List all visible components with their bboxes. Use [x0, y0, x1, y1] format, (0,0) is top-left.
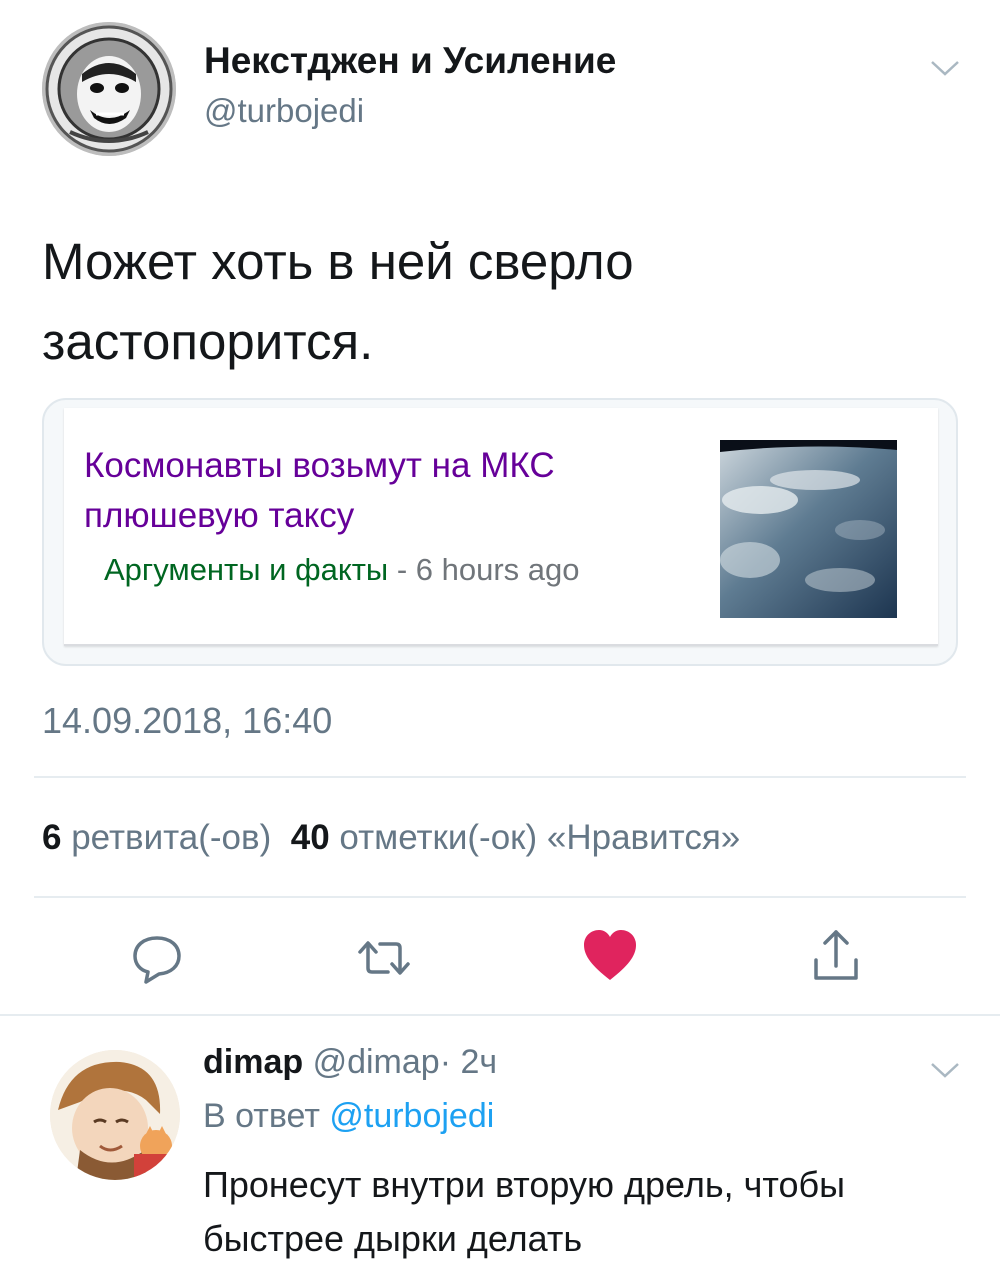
share-icon[interactable]: [806, 926, 866, 986]
card-thumbnail[interactable]: [720, 440, 897, 618]
like-count[interactable]: 40: [291, 818, 330, 857]
reply-header: dimap @dimap· 2ч: [203, 1043, 497, 1082]
author-name[interactable]: Некстджен и Усиление: [204, 40, 616, 82]
card-separator: -: [388, 552, 416, 587]
reply-to-prefix: В ответ: [203, 1097, 320, 1135]
author-avatar[interactable]: [42, 22, 176, 156]
like-icon[interactable]: [580, 926, 640, 986]
tweet-stats: 6 ретвита(-ов) 40 отметки(-ок) «Нравится…: [42, 818, 740, 858]
retweet-icon[interactable]: [354, 928, 414, 988]
card-source: Аргументы и факты: [104, 552, 389, 587]
reply-icon[interactable]: [127, 928, 187, 988]
reply-time: 2ч: [460, 1043, 498, 1081]
reply-avatar[interactable]: [50, 1050, 180, 1180]
divider: [34, 776, 966, 778]
reply-author-handle[interactable]: @dimap: [313, 1043, 440, 1081]
reply-dot: ·: [439, 1043, 452, 1081]
card-time: 6 hours ago: [415, 552, 580, 587]
reply-to-line: В ответ @turbojedi: [203, 1097, 494, 1136]
reply-text: Пронесут внутри вторую дрель, чтобы быст…: [203, 1164, 845, 1259]
reply-author-name[interactable]: dimap: [203, 1043, 303, 1081]
author-handle[interactable]: @turbojedi: [204, 92, 364, 130]
like-label[interactable]: отметки(-ок) «Нравится»: [339, 818, 740, 857]
chevron-down-icon[interactable]: [930, 58, 960, 78]
divider: [0, 1014, 1000, 1016]
card-meta: Аргументы и факты - 6 hours ago: [104, 552, 580, 588]
reply-to-handle[interactable]: @turbojedi: [329, 1097, 494, 1135]
chevron-down-icon[interactable]: [930, 1060, 960, 1080]
tweet-text: Может хоть в ней сверло застопорится.: [42, 233, 634, 370]
retweet-label[interactable]: ретвита(-ов): [71, 818, 271, 857]
card-title[interactable]: Космонавты возьмут на МКС плюшевую таксу: [84, 441, 684, 541]
retweet-count[interactable]: 6: [42, 818, 61, 857]
tweet-timestamp: 14.09.2018, 16:40: [42, 700, 333, 741]
divider: [34, 896, 966, 898]
